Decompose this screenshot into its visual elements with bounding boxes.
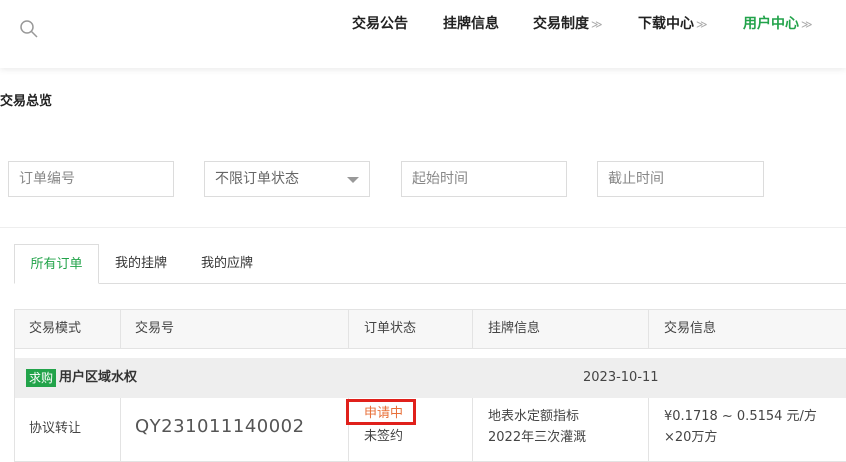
column-header-mode: 交易模式 (29, 321, 82, 336)
column-divider (472, 398, 473, 461)
nav-label: 交易公告 (352, 16, 408, 32)
nav-listing-info[interactable]: 挂牌信息 (443, 14, 499, 34)
nav-trade-announcements[interactable]: 交易公告 (352, 14, 408, 34)
order-status-value: 不限订单状态 (215, 171, 299, 187)
section-divider (0, 227, 846, 228)
nav-label: 交易制度 (533, 16, 589, 32)
end-time-input[interactable]: 截止时间 (597, 161, 764, 197)
group-date: 2023-10-11 (583, 370, 659, 385)
table-header: 交易模式 交易号 订单状态 挂牌信息 交易信息 (15, 309, 846, 349)
table-row[interactable]: 协议转让 QY231011140002 申请中 未签约 地表水定额指标 2022… (15, 398, 846, 462)
top-header: 交易公告 挂牌信息 交易制度 ≫ 下载中心 ≫ 用户中心 ≫ (0, 0, 846, 68)
start-time-placeholder: 起始时间 (412, 171, 468, 187)
column-divider (120, 398, 121, 461)
start-time-input[interactable]: 起始时间 (401, 161, 567, 197)
caret-down-icon (347, 177, 359, 183)
column-divider (120, 310, 121, 348)
nav-trade-rules[interactable]: 交易制度 ≫ (533, 14, 603, 34)
column-divider (648, 310, 649, 348)
chevron-down-icon: ≫ (801, 18, 813, 31)
column-divider (472, 310, 473, 348)
demand-badge: 求购 (26, 369, 57, 387)
tab-my-responses[interactable]: 我的应牌 (189, 244, 265, 284)
tab-my-listings[interactable]: 我的挂牌 (103, 244, 179, 284)
chevron-down-icon: ≫ (696, 18, 708, 31)
column-header-status: 订单状态 (364, 321, 417, 336)
listing-type: 地表水定额指标 (488, 409, 580, 424)
order-number-placeholder: 订单编号 (19, 171, 75, 187)
nav-label: 下载中心 (638, 16, 694, 32)
chevron-down-icon: ≫ (591, 18, 603, 31)
column-divider (348, 310, 349, 348)
tab-all-orders[interactable]: 所有订单 (14, 244, 99, 284)
status-badge: 申请中 (364, 406, 404, 421)
column-header-listing: 挂牌信息 (488, 321, 541, 336)
order-status-select[interactable]: 不限订单状态 (204, 161, 370, 197)
column-divider (648, 398, 649, 461)
order-number-input[interactable]: 订单编号 (8, 161, 174, 197)
sign-status: 未签约 (364, 429, 404, 444)
trade-price: ¥0.1718 ~ 0.5154 元/方 (664, 409, 817, 424)
nav-download-center[interactable]: 下载中心 ≫ (638, 14, 708, 34)
nav-label: 用户中心 (743, 16, 799, 32)
column-header-trade: 交易信息 (664, 321, 717, 336)
end-time-placeholder: 截止时间 (608, 171, 664, 187)
order-number[interactable]: QY231011140002 (135, 415, 305, 439)
nav-label: 挂牌信息 (443, 16, 499, 32)
trade-quantity: ×20万方 (664, 430, 718, 445)
trade-mode: 协议转让 (29, 421, 82, 436)
listing-detail: 2022年三次灌溉 (488, 430, 587, 445)
nav-user-center[interactable]: 用户中心 ≫ (743, 14, 813, 34)
order-group-header: 求购 用户区域水权 2023-10-11 (15, 358, 846, 398)
column-header-order-no: 交易号 (135, 321, 175, 336)
page-title: 交易总览 (0, 94, 53, 109)
orders-table: 交易模式 交易号 订单状态 挂牌信息 交易信息 求购 用户区域水权 2023-1… (14, 309, 846, 462)
group-name: 用户区域水权 (59, 370, 138, 385)
search-icon[interactable] (19, 19, 39, 39)
